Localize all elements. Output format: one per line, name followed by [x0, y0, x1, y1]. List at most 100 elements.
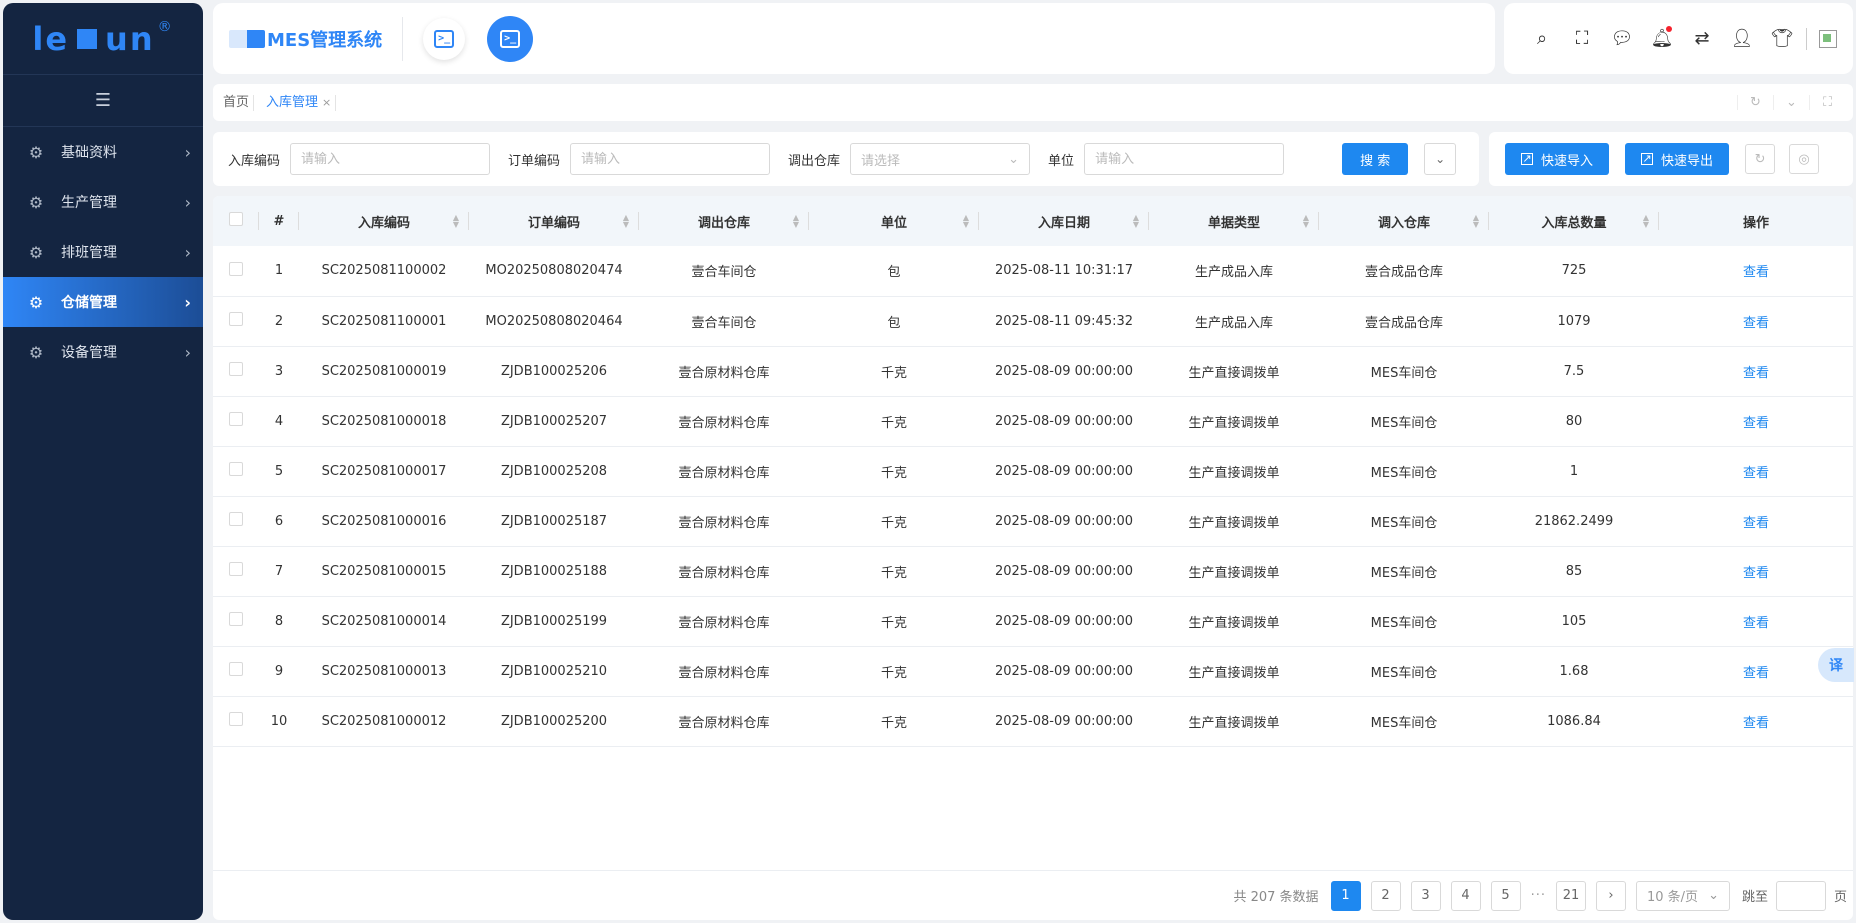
- sidebar-item[interactable]: ⚙ 排班管理 ›: [3, 227, 203, 277]
- page-size-select[interactable]: 10 条/页 ⌄: [1635, 880, 1730, 911]
- table-row[interactable]: 9 SC2025081000013 ZJDB100025210 壹合原材料仓库 千克 20…: [213, 646, 1853, 696]
- view-link[interactable]: 查看: [1659, 246, 1853, 296]
- column-header[interactable]: 单位 ▲ ▼: [809, 196, 979, 246]
- table-row[interactable]: 10 SC2025081000012 ZJDB100025200 壹合原材料仓库 千克 2…: [213, 696, 1853, 746]
- sidebar-item-label: 生产管理: [61, 195, 117, 211]
- page-number[interactable]: 5: [1490, 880, 1521, 911]
- jump-page-input[interactable]: [1775, 880, 1826, 911]
- table-row[interactable]: 8 SC2025081000014 ZJDB100025199 壹合原材料仓库 千克 20…: [213, 596, 1853, 646]
- column-header[interactable]: 调入仓库 ▲ ▼: [1319, 196, 1489, 246]
- table-cell: 千克: [880, 415, 907, 431]
- column-header[interactable]: 入库编码 ▲ ▼: [299, 196, 469, 246]
- view-link[interactable]: 查看: [1659, 346, 1853, 396]
- view-link[interactable]: 查看: [1659, 546, 1853, 596]
- bell-icon[interactable]: 🔔︎: [1642, 26, 1682, 49]
- pagination-ellipsis[interactable]: ···: [1531, 888, 1546, 903]
- table-row[interactable]: 2 SC2025081100001 MO20250808020464 壹合车间仓 包 20…: [213, 296, 1853, 346]
- search-icon[interactable]: ⌕: [1522, 28, 1562, 49]
- row-checkbox[interactable]: [229, 362, 243, 376]
- chevron-down-icon: ⌄: [1008, 151, 1020, 167]
- page-number[interactable]: 1: [1330, 880, 1361, 911]
- view-link[interactable]: 查看: [1659, 496, 1853, 546]
- next-page-button[interactable]: ›: [1595, 880, 1626, 911]
- page-last[interactable]: 21: [1555, 880, 1586, 911]
- column-header[interactable]: 订单编码 ▲ ▼: [469, 196, 639, 246]
- quick-import-button[interactable]: ↗ 快速导入: [1505, 143, 1610, 175]
- table-cell: 壹合原材料仓库: [678, 515, 770, 531]
- terminal-button[interactable]: >_: [423, 17, 466, 60]
- column-header[interactable]: 入库日期 ▲ ▼: [979, 196, 1149, 246]
- select-all-checkbox[interactable]: [229, 212, 243, 226]
- row-checkbox[interactable]: [229, 662, 243, 676]
- sidebar-item[interactable]: ⚙ 设备管理 ›: [3, 327, 203, 377]
- message-icon[interactable]: 💬︎: [1602, 28, 1642, 49]
- column-header[interactable]: 调出仓库 ▲ ▼: [639, 196, 809, 246]
- row-checkbox[interactable]: [229, 462, 243, 476]
- page-number[interactable]: 2: [1370, 880, 1401, 911]
- row-select-cell: [213, 346, 259, 396]
- view-link[interactable]: 查看: [1659, 396, 1853, 446]
- avatar[interactable]: [1819, 29, 1837, 48]
- sidebar-item[interactable]: ⚙ 基础资料 ›: [3, 127, 203, 177]
- unit-input[interactable]: [1084, 143, 1285, 175]
- column-header[interactable]: 入库总数量 ▲ ▼: [1489, 196, 1659, 246]
- column-header[interactable]: 单据类型 ▲ ▼: [1149, 196, 1319, 246]
- refresh-button[interactable]: ↻: [1745, 144, 1776, 174]
- row-checkbox[interactable]: [229, 562, 243, 576]
- search-button[interactable]: 搜 索: [1342, 143, 1409, 175]
- expand-filters-button[interactable]: ⌄: [1424, 143, 1457, 175]
- close-icon[interactable]: ×: [322, 95, 331, 111]
- terminal-active-button[interactable]: >_: [487, 15, 534, 62]
- table-cell: 生产直接调拨单: [1188, 715, 1280, 731]
- table-row[interactable]: 7 SC2025081000015 ZJDB100025188 壹合原材料仓库 千克 20…: [213, 546, 1853, 596]
- view-link[interactable]: 查看: [1659, 296, 1853, 346]
- chevron-down-icon: ⌄: [1435, 152, 1446, 166]
- user-icon[interactable]: 👤︎: [1722, 28, 1762, 49]
- fullscreen-icon[interactable]: ⛶: [1562, 28, 1602, 49]
- tab-inbound[interactable]: 入库管理 ×: [262, 94, 337, 111]
- column-header-label: 入库编码: [357, 215, 410, 231]
- column-header-label: 操作: [1742, 215, 1769, 231]
- row-checkbox[interactable]: [229, 312, 243, 326]
- brand-logo[interactable]: le un ®: [3, 3, 203, 75]
- page-number[interactable]: 4: [1450, 880, 1481, 911]
- sidebar-item[interactable]: ⚙ 仓储管理 ›: [3, 277, 203, 327]
- table-cell: 2025-08-11 10:31:17: [994, 263, 1134, 279]
- table-row[interactable]: 6 SC2025081000016 ZJDB100025187 壹合原材料仓库 千克 20…: [213, 496, 1853, 546]
- pagination: 共 207 条数据 12345 ··· 21 › 10 条/页 ⌄ 跳至 页: [213, 870, 1853, 920]
- inbound-code-input[interactable]: [290, 143, 491, 175]
- tab-home[interactable]: 首页: [219, 94, 255, 111]
- row-checkbox[interactable]: [229, 261, 243, 276]
- table-cell: MES车间仓: [1370, 365, 1438, 381]
- chevron-down-icon[interactable]: ⌄: [1773, 95, 1809, 110]
- maximize-icon[interactable]: ⛶: [1809, 95, 1845, 110]
- row-checkbox[interactable]: [229, 412, 243, 426]
- table-row[interactable]: 1 SC2025081100002 MO20250808020474 壹合车间仓 包 20…: [213, 246, 1853, 296]
- view-link[interactable]: 查看: [1659, 696, 1853, 746]
- translate-icon[interactable]: ⇄: [1682, 28, 1722, 49]
- table-row[interactable]: 4 SC2025081000018 ZJDB100025207 壹合原材料仓库 千克 20…: [213, 396, 1853, 446]
- row-checkbox[interactable]: [229, 612, 243, 626]
- sidebar-item[interactable]: ⚙ 生产管理 ›: [3, 177, 203, 227]
- menu-collapse-button[interactable]: ☰: [3, 75, 203, 127]
- translate-float-button[interactable]: 译: [1818, 648, 1854, 682]
- menu-collapse-icon: ☰: [94, 90, 112, 111]
- refresh-icon[interactable]: ↻: [1737, 95, 1773, 110]
- sort-icon: ▲ ▼: [1472, 213, 1479, 229]
- row-checkbox[interactable]: [229, 712, 243, 726]
- data-table-card: # 入库编码 ▲ ▼ 订单编码 ▲ ▼ 调出仓库 ▲ ▼ 单位 ▲ ▼ 入库日期 ▲ ▼ 单据类型 ▲ ▼ 调入仓库 ▲…: [213, 196, 1853, 920]
- view-link[interactable]: 查看: [1659, 446, 1853, 496]
- table-row[interactable]: 5 SC2025081000017 ZJDB100025208 壹合原材料仓库 千克 20…: [213, 446, 1853, 496]
- quick-export-button[interactable]: ↗ 快速导出: [1625, 143, 1730, 175]
- order-code-input[interactable]: [570, 143, 771, 175]
- settings-button[interactable]: ◎: [1789, 144, 1820, 174]
- page-number[interactable]: 3: [1410, 880, 1441, 911]
- row-checkbox[interactable]: [229, 512, 243, 526]
- table-row[interactable]: 3 SC2025081000019 ZJDB100025206 壹合原材料仓库 千克 20…: [213, 346, 1853, 396]
- out-warehouse-select[interactable]: 请选择 ⌄: [850, 143, 1031, 175]
- pagination-total: 共 207 条数据: [1233, 890, 1319, 905]
- column-header-label: 入库日期: [1037, 215, 1090, 231]
- theme-icon[interactable]: 👕︎: [1762, 28, 1802, 49]
- table-cell: 生产直接调拨单: [1188, 365, 1280, 381]
- view-link[interactable]: 查看: [1659, 596, 1853, 646]
